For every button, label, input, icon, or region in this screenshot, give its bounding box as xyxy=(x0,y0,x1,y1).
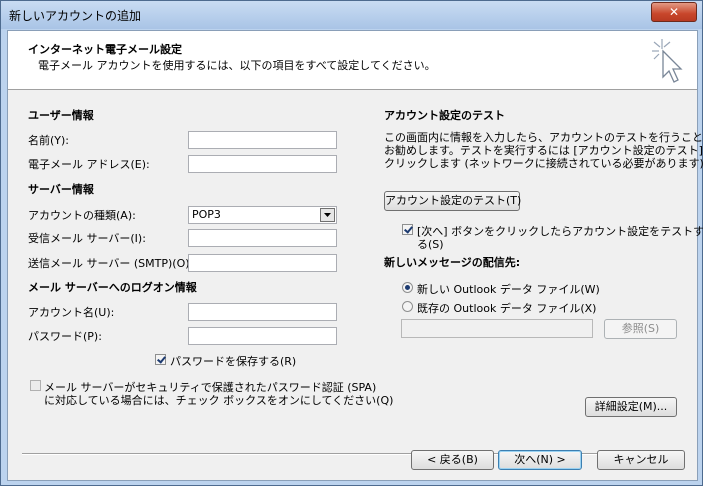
password-input[interactable] xyxy=(188,327,337,345)
new-data-file-radio[interactable] xyxy=(402,282,413,293)
cursor-sparkle-icon xyxy=(652,39,683,83)
account-name-label: アカウント名(U): xyxy=(28,306,115,319)
server-info-heading: サーバー情報 xyxy=(28,183,94,196)
header-subtitle: 電子メール アカウントを使用するには、以下の項目をすべて設定してください。 xyxy=(38,59,436,72)
dropdown-arrow-button[interactable] xyxy=(320,208,335,222)
email-input[interactable] xyxy=(188,155,337,173)
window-title: 新しいアカウントの追加 xyxy=(9,9,142,23)
email-label: 電子メール アドレス(E): xyxy=(28,158,150,171)
wizard-header: インターネット電子メール設定 電子メール アカウントを使用するには、以下の項目を… xyxy=(8,31,697,90)
existing-data-file-radio[interactable] xyxy=(402,301,413,312)
test-account-button[interactable]: アカウント設定のテスト(T) xyxy=(384,191,521,211)
cancel-button[interactable]: キャンセル xyxy=(597,450,685,470)
new-data-file-label[interactable]: 新しい Outlook データ ファイル(W) xyxy=(417,281,600,297)
test-description-line3: クリックします (ネットワークに接続されている必要があります)。 xyxy=(384,157,703,170)
account-type-label: アカウントの種類(A): xyxy=(28,209,136,222)
outgoing-server-label: 送信メール サーバー (SMTP)(O): xyxy=(28,257,194,270)
save-password-label[interactable]: パスワードを保存する(R) xyxy=(170,353,296,369)
existing-file-path-input[interactable] xyxy=(401,319,593,338)
title-bar[interactable]: 新しいアカウントの追加 ✕ xyxy=(1,1,702,29)
account-type-value: POP3 xyxy=(192,208,221,221)
test-heading: アカウント設定のテスト xyxy=(384,109,505,122)
incoming-server-input[interactable] xyxy=(188,229,337,247)
account-name-input[interactable] xyxy=(188,303,337,321)
dialog-window: 新しいアカウントの追加 ✕ インターネット電子メール設定 電子メール アカウント… xyxy=(0,0,703,486)
footer-divider xyxy=(22,453,682,455)
dialog-client-area: インターネット電子メール設定 電子メール アカウントを使用するには、以下の項目を… xyxy=(7,30,703,481)
spa-label-line2[interactable]: に対応している場合には、チェック ボックスをオンにしてください(Q) xyxy=(44,392,393,408)
existing-data-file-label[interactable]: 既存の Outlook データ ファイル(X) xyxy=(417,300,596,316)
more-settings-button[interactable]: 詳細設定(M)... xyxy=(585,397,677,417)
logon-info-heading: メール サーバーへのログオン情報 xyxy=(28,281,197,294)
test-on-next-label-line1[interactable]: [次へ] ボタンをクリックしたらアカウント設定をテストす xyxy=(417,223,703,239)
name-input[interactable] xyxy=(188,131,337,149)
user-info-heading: ユーザー情報 xyxy=(28,109,94,122)
close-button[interactable]: ✕ xyxy=(651,2,697,22)
incoming-server-label: 受信メール サーバー(I): xyxy=(28,232,146,245)
browse-button[interactable]: 参照(S) xyxy=(604,319,677,339)
test-on-next-label-line2[interactable]: る(S) xyxy=(417,236,444,252)
header-title: インターネット電子メール設定 xyxy=(28,43,182,56)
next-button[interactable]: 次へ(N) > xyxy=(498,450,582,470)
back-button[interactable]: < 戻る(B) xyxy=(411,450,494,470)
delivery-heading: 新しいメッセージの配信先: xyxy=(384,256,521,269)
spa-checkbox[interactable] xyxy=(30,380,41,391)
password-label: パスワード(P): xyxy=(28,330,102,343)
outgoing-server-input[interactable] xyxy=(188,254,337,272)
name-label: 名前(Y): xyxy=(28,134,70,147)
test-on-next-checkbox[interactable] xyxy=(402,224,413,235)
chevron-down-icon xyxy=(324,213,331,217)
account-type-select[interactable]: POP3 xyxy=(188,206,337,224)
save-password-checkbox[interactable] xyxy=(155,354,166,365)
